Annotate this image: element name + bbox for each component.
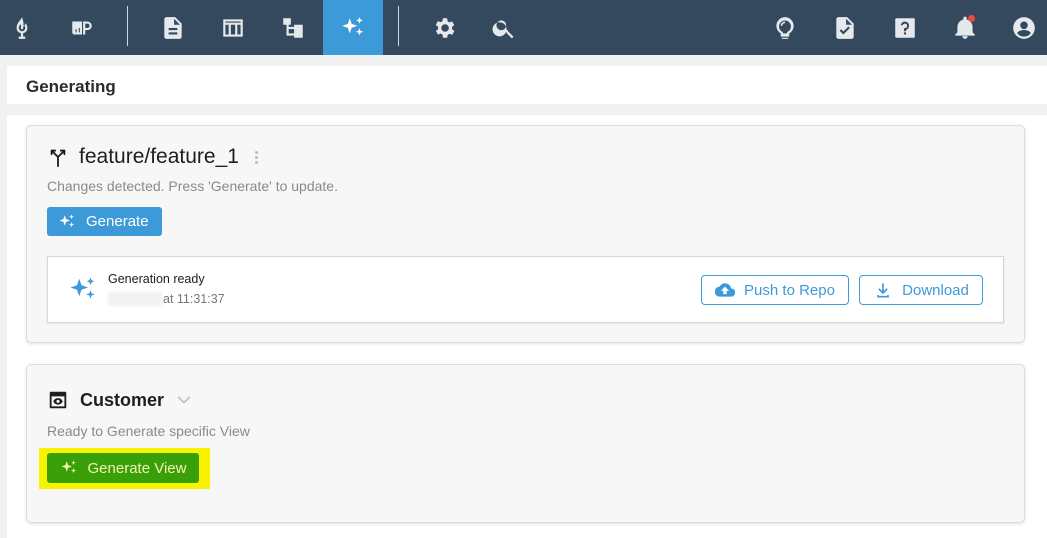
top-toolbar (0, 0, 1047, 55)
view-header: Customer (47, 389, 192, 411)
app-logo-icon (16, 16, 28, 39)
branch-name: feature/feature_1 (79, 145, 239, 168)
tips-button[interactable] (755, 0, 815, 55)
app-logo-button[interactable] (0, 0, 52, 55)
generation-time: at 11:31:37 (163, 292, 225, 306)
sparkles-icon (59, 214, 75, 227)
review-button[interactable] (815, 0, 875, 55)
project-button[interactable] (52, 0, 112, 55)
redacted-date (108, 292, 162, 306)
generate-view-button[interactable]: Generate View (47, 453, 199, 483)
page-header: Generating (7, 66, 1047, 104)
view-card: Customer Ready to Generate specific View (26, 364, 1025, 523)
push-to-repo-button[interactable]: Push to Repo (701, 275, 849, 305)
project-icon (72, 21, 92, 34)
generation-result-panel: Generation ready at 11:31:37 Push to Rep… (47, 256, 1004, 323)
download-button[interactable]: Download (859, 275, 983, 305)
download-icon (877, 283, 889, 298)
settings-button[interactable] (414, 0, 474, 55)
document-check-icon (836, 16, 854, 39)
sparkles-icon (342, 16, 364, 36)
hierarchy-button[interactable] (263, 0, 323, 55)
help-button[interactable] (875, 0, 935, 55)
table-icon (223, 18, 243, 37)
toolbar-divider (127, 6, 128, 46)
document-button[interactable] (143, 0, 203, 55)
download-label: Download (902, 281, 969, 299)
branch-header: feature/feature_1 (47, 145, 258, 169)
generate-view-label: Generate View (87, 459, 187, 477)
branch-icon (50, 149, 66, 168)
user-account-button[interactable] (994, 0, 1047, 55)
generate-nav-button[interactable] (323, 0, 383, 55)
push-to-repo-label: Push to Repo (744, 281, 835, 299)
generate-button-label: Generate (86, 213, 149, 230)
toolbar-divider (398, 6, 399, 46)
generation-timestamp: at 11:31:37 (108, 292, 225, 306)
gear-icon (435, 17, 455, 38)
sparkles-icon (61, 460, 76, 474)
changes-status-text: Changes detected. Press 'Generate' to up… (47, 178, 338, 194)
lightbulb-icon (776, 16, 794, 39)
branch-card: feature/feature_1 Changes detected. Pres… (26, 125, 1025, 343)
page-title: Generating (26, 77, 116, 96)
generate-button[interactable]: Generate (47, 207, 162, 236)
user-account-icon (1013, 16, 1035, 39)
generation-status: Generation ready (108, 272, 205, 286)
more-options-icon[interactable] (254, 150, 258, 164)
view-name: Customer (80, 389, 165, 410)
cloud-upload-icon (715, 283, 736, 297)
notifications-button[interactable] (935, 0, 995, 55)
search-icon (492, 19, 514, 38)
sparkles-icon (70, 277, 95, 299)
hierarchy-icon (283, 17, 303, 38)
view-status-text: Ready to Generate specific View (47, 423, 250, 439)
chevron-down-icon[interactable] (176, 392, 192, 408)
eye-window-icon (49, 391, 67, 409)
help-icon (895, 17, 915, 38)
document-icon (164, 16, 182, 39)
table-button[interactable] (203, 0, 263, 55)
search-button[interactable] (474, 0, 534, 55)
notification-dot (968, 15, 975, 22)
